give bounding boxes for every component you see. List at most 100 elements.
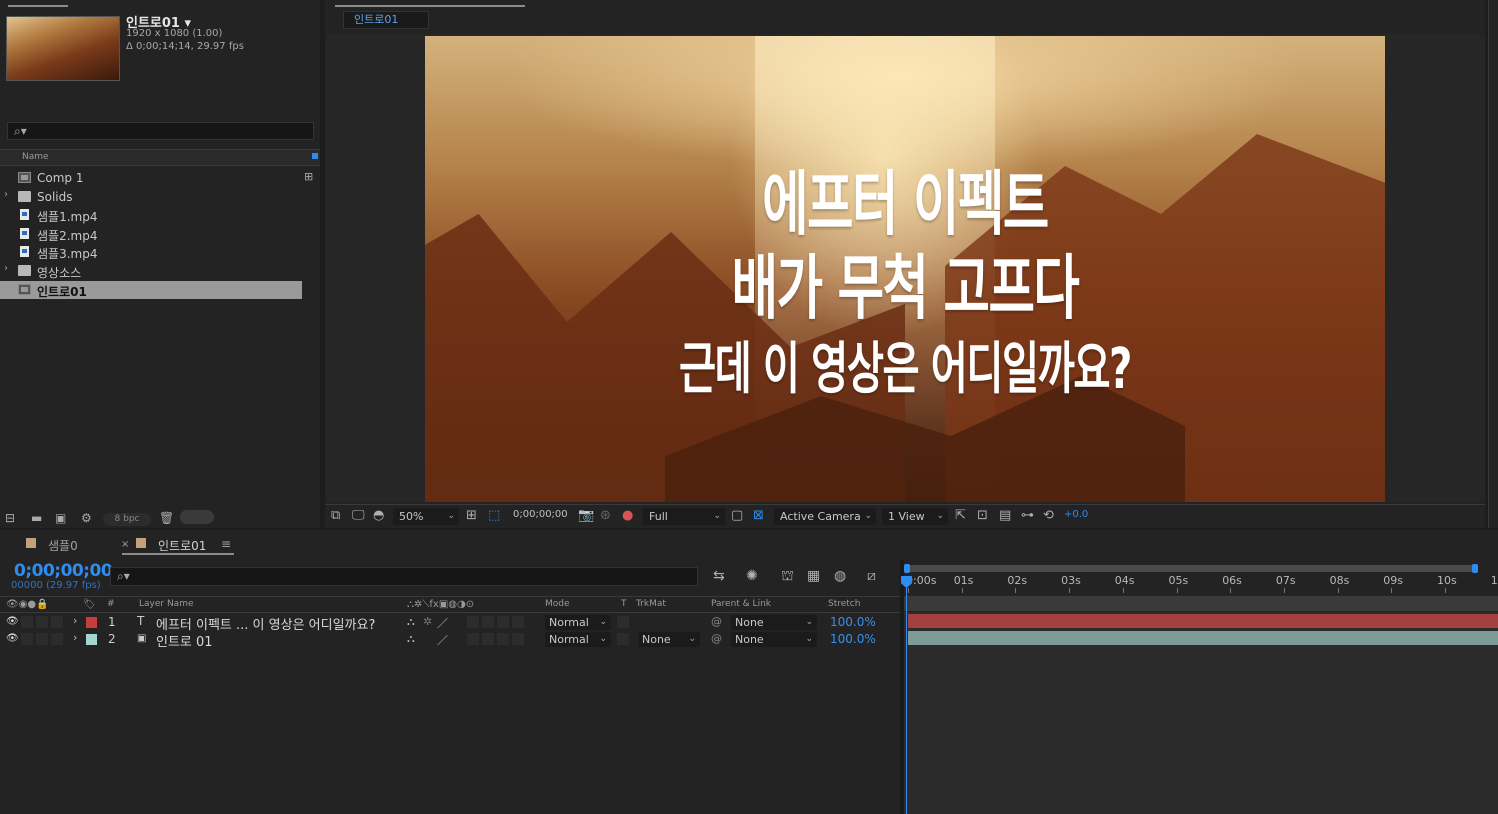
project-item-comp1[interactable]: Comp 1 ⊞ [0,169,320,187]
trash-icon[interactable]: 🗑 [159,511,174,525]
preserve-transparency-toggle[interactable] [617,633,629,645]
graph-editor-icon[interactable]: ⧄ [867,568,876,584]
interpret-footage-icon[interactable]: ⊟ [5,511,15,525]
preserve-transparency-toggle[interactable] [617,616,629,628]
time-navigator[interactable] [904,564,1478,573]
new-folder-icon[interactable]: ▬ [31,511,42,525]
lock-toggle[interactable] [51,616,63,628]
resolution-select[interactable]: Full ⌄ [643,508,725,525]
bit-depth-button[interactable]: 8 bpc [103,513,151,526]
tab-intro01[interactable]: 인트로01 [343,11,429,29]
3d-switch[interactable] [512,633,524,645]
time-ruler[interactable]: 0:00s01s02s03s04s05s06s07s08s09s10s11 [904,573,1498,593]
column-t[interactable]: T [621,599,627,609]
new-comp-icon[interactable]: ▣ [55,511,66,525]
flowchart-icon[interactable]: ⊶ [1021,508,1034,523]
solo-toggle[interactable] [36,633,48,645]
playhead-line[interactable] [906,580,907,814]
motion-blur-switch[interactable] [497,633,509,645]
lock-toggle[interactable] [51,633,63,645]
navigator-end-handle[interactable] [1472,564,1478,573]
eye-icon[interactable]: 👁 [6,633,19,644]
parent-select[interactable]: None ⌄ [731,615,817,630]
shy-switch-icon[interactable]: ⛬ [407,632,415,646]
twirl-icon[interactable]: › [73,614,77,627]
solo-toggle[interactable] [36,616,48,628]
frame-blend-switch[interactable] [482,616,494,628]
pickwhip-icon[interactable]: @ [711,632,722,645]
transparency-grid-icon[interactable]: ⊠ [753,508,764,523]
label-header-icon[interactable]: 🏷 [83,599,96,610]
shy-layers-icon[interactable]: ⛫ [781,568,794,586]
audio-toggle[interactable] [21,616,33,628]
3d-switch[interactable] [512,616,524,628]
frame-blending-icon[interactable]: ▦ [807,568,820,584]
twirl-icon[interactable]: › [4,189,8,200]
motion-blur-switch[interactable] [497,616,509,628]
mask-visibility-icon[interactable]: ⬚ [488,508,500,523]
project-item-source-folder[interactable]: › 영상소스 [0,262,320,280]
snapshot-icon[interactable]: 📷 [578,508,594,523]
collapse-switch-icon[interactable]: ✲ [423,615,432,628]
project-item-sample3[interactable]: 샘플3.mp4 [0,243,320,261]
exposure-value[interactable]: +0.0 [1064,509,1088,520]
column-mode[interactable]: Mode [545,599,570,609]
channel-icon[interactable]: ● [622,508,633,523]
mode-select[interactable]: Normal ⌄ [545,615,611,630]
fast-preview-icon[interactable]: ⊡ [977,508,988,523]
stretch-value[interactable]: 100.0% [830,632,876,646]
close-icon[interactable]: × [121,539,129,550]
twirl-icon[interactable]: › [73,631,77,644]
monitor-icon[interactable]: 🖵 [352,508,365,523]
timeline-search-input[interactable]: ⌕▾ [110,567,698,586]
column-parent[interactable]: Parent & Link [711,599,771,609]
draft-3d-icon[interactable]: ✺ [746,568,758,584]
mode-select[interactable]: Normal ⌄ [545,632,611,647]
column-name[interactable]: Name [22,152,49,162]
current-time[interactable]: 0;00;00;00 [14,561,113,581]
stretch-value[interactable]: 100.0% [830,615,876,629]
parent-select[interactable]: None ⌄ [731,632,817,647]
viewer-timecode[interactable]: 0;00;00;00 [513,509,568,520]
layer-list-empty-area[interactable] [0,648,900,814]
label-color[interactable] [86,634,97,645]
project-settings-icon[interactable]: ⚙ [81,511,92,525]
panel-menu-icon[interactable]: ≡ [221,537,231,551]
frame-blend-switch[interactable] [482,633,494,645]
camera-select[interactable]: Active Camera ⌄ [774,508,876,525]
shy-switch-icon[interactable]: ⛬ [407,615,415,629]
tab-intro01[interactable]: 인트로01 [158,537,206,554]
project-item-intro01[interactable]: 인트로01 [0,281,302,299]
show-snapshot-icon[interactable]: ⊛ [600,508,611,523]
work-area-bar[interactable] [904,596,1498,611]
tab-sample0[interactable]: 샘플0 [48,537,78,554]
quality-switch-icon[interactable]: ／ [437,615,448,631]
audio-toggle[interactable] [21,633,33,645]
column-layer-name[interactable]: Layer Name [139,599,194,609]
layer-duration-bar[interactable] [908,631,1498,645]
layer-duration-bar[interactable] [908,614,1498,628]
effect-switch[interactable] [467,616,479,628]
layer-row[interactable]: 👁 › 2 ▣ 인트로 01 ⛬ ／ Normal ⌄ None ⌄ @ None ⌄… [0,631,900,650]
flowchart-icon[interactable]: ⊞ [304,170,313,183]
comp-frame[interactable]: 에프터 이펙트 배가 무척 고프다 근데 이 영상은 어디일까요? [425,36,1385,502]
project-search-input[interactable]: ⌕▾ [7,122,314,140]
column-trkmat[interactable]: TrkMat [636,599,666,609]
toggle-pixel-aspect-icon[interactable]: ⇱ [955,508,966,523]
pickwhip-icon[interactable]: @ [711,615,722,628]
column-number[interactable]: # [107,599,115,609]
project-item-sample2[interactable]: 샘플2.mp4 [0,225,320,243]
project-item-sample1[interactable]: 샘플1.mp4 [0,206,320,224]
grid-icon[interactable]: ⊞ [466,508,477,523]
navigator-start-handle[interactable] [904,564,910,573]
project-column-header[interactable]: Name [0,149,320,166]
switches-header-icon[interactable]: ⛬✲⟍fx▣◍◑⊙ [407,599,474,610]
column-stretch[interactable]: Stretch [828,599,860,609]
twirl-icon[interactable]: › [4,263,8,274]
comp-mini-flowchart-icon[interactable]: ⇆ [713,568,725,584]
motion-blur-icon[interactable]: ◍ [834,568,846,584]
effect-switch[interactable] [467,633,479,645]
always-preview-icon[interactable]: ⧉ [331,508,340,523]
eye-icon[interactable]: 👁 [6,616,19,627]
zoom-select[interactable]: 50% ⌄ [393,508,459,525]
